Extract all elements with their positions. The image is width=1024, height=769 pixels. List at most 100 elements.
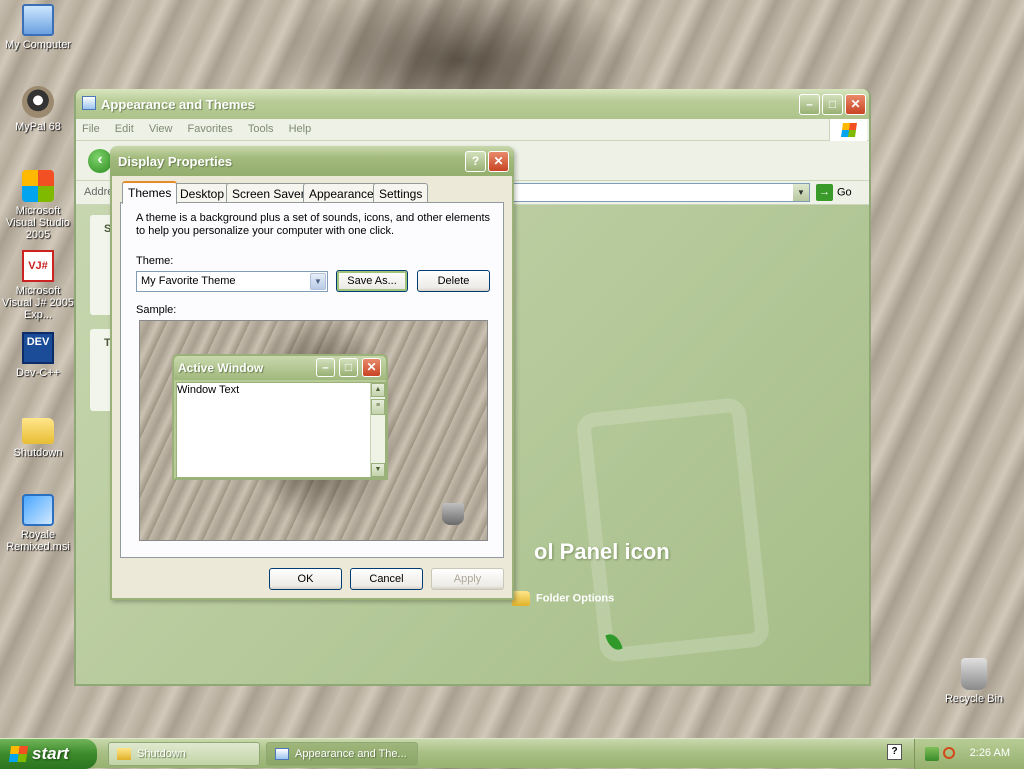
window-titlebar[interactable]: Appearance and Themes – □ ✕ (76, 89, 869, 119)
tab-settings[interactable]: Settings (373, 183, 429, 203)
folder-options-icon (512, 591, 530, 606)
start-label: start (32, 744, 69, 763)
menu-file[interactable]: File (76, 119, 106, 135)
help-icon[interactable]: ? (887, 744, 902, 760)
sample-window-text: Window Text (177, 384, 240, 396)
windows-logo-icon (8, 746, 29, 762)
desktop-icon-shutdown[interactable]: Shutdown (0, 412, 76, 459)
menu-view[interactable]: View (143, 119, 179, 135)
folder-icon (22, 418, 54, 444)
address-input[interactable]: ▼ (512, 183, 810, 202)
desktop-icon-label: My Computer (4, 39, 72, 51)
desktop-icon-vjsharp[interactable]: VJ# Microsoft Visual J# 2005 Exp... (0, 250, 76, 321)
desktop-icon-label: Microsoft Visual J# 2005 Exp... (2, 285, 74, 321)
devcpp-icon: DEV (22, 332, 54, 364)
sample-window-titlebar: Active Window – □ ✕ (174, 356, 386, 380)
tab-themes[interactable]: Themes (122, 181, 178, 204)
close-icon: ✕ (362, 358, 381, 377)
minimize-button[interactable]: – (799, 94, 820, 115)
folder-icon (117, 748, 131, 760)
tab-screen-saver[interactable]: Screen Saver (226, 183, 311, 203)
close-button[interactable]: ✕ (845, 94, 866, 115)
close-button[interactable]: ✕ (488, 151, 509, 172)
desktop-icon-mypal[interactable]: MyPal 68 (0, 86, 76, 133)
desktop-icon-visual-studio[interactable]: Microsoft Visual Studio 2005 (0, 170, 76, 241)
clock[interactable]: 2:26 AM (970, 747, 1010, 759)
taskbar-item-shutdown[interactable]: Shutdown (108, 742, 260, 766)
windows-logo-icon (829, 119, 867, 141)
menu-edit[interactable]: Edit (109, 119, 140, 135)
taskbar-item-label: Shutdown (137, 748, 186, 760)
apply-button[interactable]: Apply (431, 568, 504, 590)
network-icon[interactable] (925, 747, 939, 761)
desktop-icon-my-computer[interactable]: My Computer (0, 4, 76, 51)
menu-bar: File Edit View Favorites Tools Help (76, 119, 869, 141)
search-icon[interactable] (943, 747, 955, 759)
taskbar-item-appearance[interactable]: Appearance and The... (266, 742, 418, 766)
maximize-button[interactable]: □ (822, 94, 843, 115)
sample-scrollbar: ▲ ≡ ▼ (370, 383, 385, 477)
sample-window-title: Active Window (178, 361, 264, 375)
desktop-icon-label: MyPal 68 (15, 121, 61, 133)
maximize-icon: □ (339, 358, 358, 377)
folder-options-label: Folder Options (536, 592, 615, 605)
go-button[interactable]: → Go (816, 184, 852, 201)
control-panel-icon (275, 748, 289, 760)
sample-label: Sample: (136, 304, 177, 316)
taskbar: start Shutdown Appearance and The... 2:2… (0, 738, 1024, 769)
recycle-bin-icon (961, 658, 987, 690)
back-arrow-icon[interactable]: ‹ (88, 149, 112, 173)
scroll-down-icon: ▼ (371, 463, 385, 477)
theme-sample-preview: Active Window – □ ✕ Window Text ▲ ≡ ▼ (139, 320, 488, 541)
scroll-up-icon: ▲ (371, 383, 385, 397)
sample-active-window: Active Window – □ ✕ Window Text ▲ ≡ ▼ (172, 354, 388, 480)
go-label: Go (837, 186, 852, 199)
desktop-icon-devcpp[interactable]: DEV Dev-C++ (0, 332, 76, 379)
save-as-button[interactable]: Save As... (336, 270, 408, 292)
display-properties-dialog[interactable]: Display Properties ? ✕ Themes Desktop Sc… (110, 146, 514, 600)
help-button[interactable]: ? (465, 151, 486, 172)
theme-select[interactable]: My Favorite Theme ▼ (136, 271, 328, 292)
folder-window-icon (82, 96, 96, 110)
menu-tools[interactable]: Tools (242, 119, 280, 135)
desktop-icon-royale[interactable]: Royale Remixed.msi (0, 494, 76, 553)
desktop-icon-label: Microsoft Visual Studio 2005 (5, 205, 70, 241)
sample-window-body: Window Text ▲ ≡ ▼ (176, 382, 386, 478)
dialog-titlebar[interactable]: Display Properties ? ✕ (110, 146, 514, 176)
dialog-title: Display Properties (118, 154, 233, 169)
vjsharp-icon: VJ# (22, 250, 54, 282)
folder-options-link[interactable]: Folder Options (512, 591, 614, 606)
ok-button[interactable]: OK (269, 568, 342, 590)
delete-button[interactable]: Delete (417, 270, 490, 292)
desktop-icon-label: Recycle Bin (944, 693, 1004, 705)
control-panel-heading: ol Panel icon (534, 539, 670, 564)
tab-appearance[interactable]: Appearance (303, 183, 380, 203)
computer-icon (22, 4, 54, 36)
chevron-down-icon[interactable]: ▼ (310, 273, 326, 290)
minimize-icon: – (316, 358, 335, 377)
scroll-thumb: ≡ (371, 399, 385, 415)
desktop-icon-label: Dev-C++ (15, 367, 61, 379)
address-label: Addre (84, 186, 114, 198)
control-panel-watermark-icon (575, 396, 771, 664)
theme-select-value: My Favorite Theme (141, 275, 236, 287)
installer-icon (22, 494, 54, 526)
menu-help[interactable]: Help (283, 119, 318, 135)
theme-description: A theme is a background plus a set of so… (136, 212, 491, 237)
desktop-icon-recycle-bin[interactable]: Recycle Bin (936, 658, 1012, 705)
recycle-bin-icon (442, 503, 464, 525)
theme-label: Theme: (136, 255, 174, 267)
go-arrow-icon: → (816, 184, 833, 201)
menu-favorites[interactable]: Favorites (182, 119, 239, 135)
system-tray: 2:26 AM (914, 739, 1024, 769)
chevron-down-icon[interactable]: ▼ (793, 184, 809, 201)
cancel-button[interactable]: Cancel (350, 568, 423, 590)
tab-desktop[interactable]: Desktop (174, 183, 231, 203)
taskbar-item-label: Appearance and The... (295, 748, 407, 760)
raccoon-icon (22, 86, 54, 118)
visual-studio-icon (22, 170, 54, 202)
desktop-icon-label: Royale Remixed.msi (6, 529, 70, 553)
start-button[interactable]: start (0, 739, 97, 769)
desktop-icon-label: Shutdown (13, 447, 63, 459)
window-title: Appearance and Themes (101, 97, 255, 112)
